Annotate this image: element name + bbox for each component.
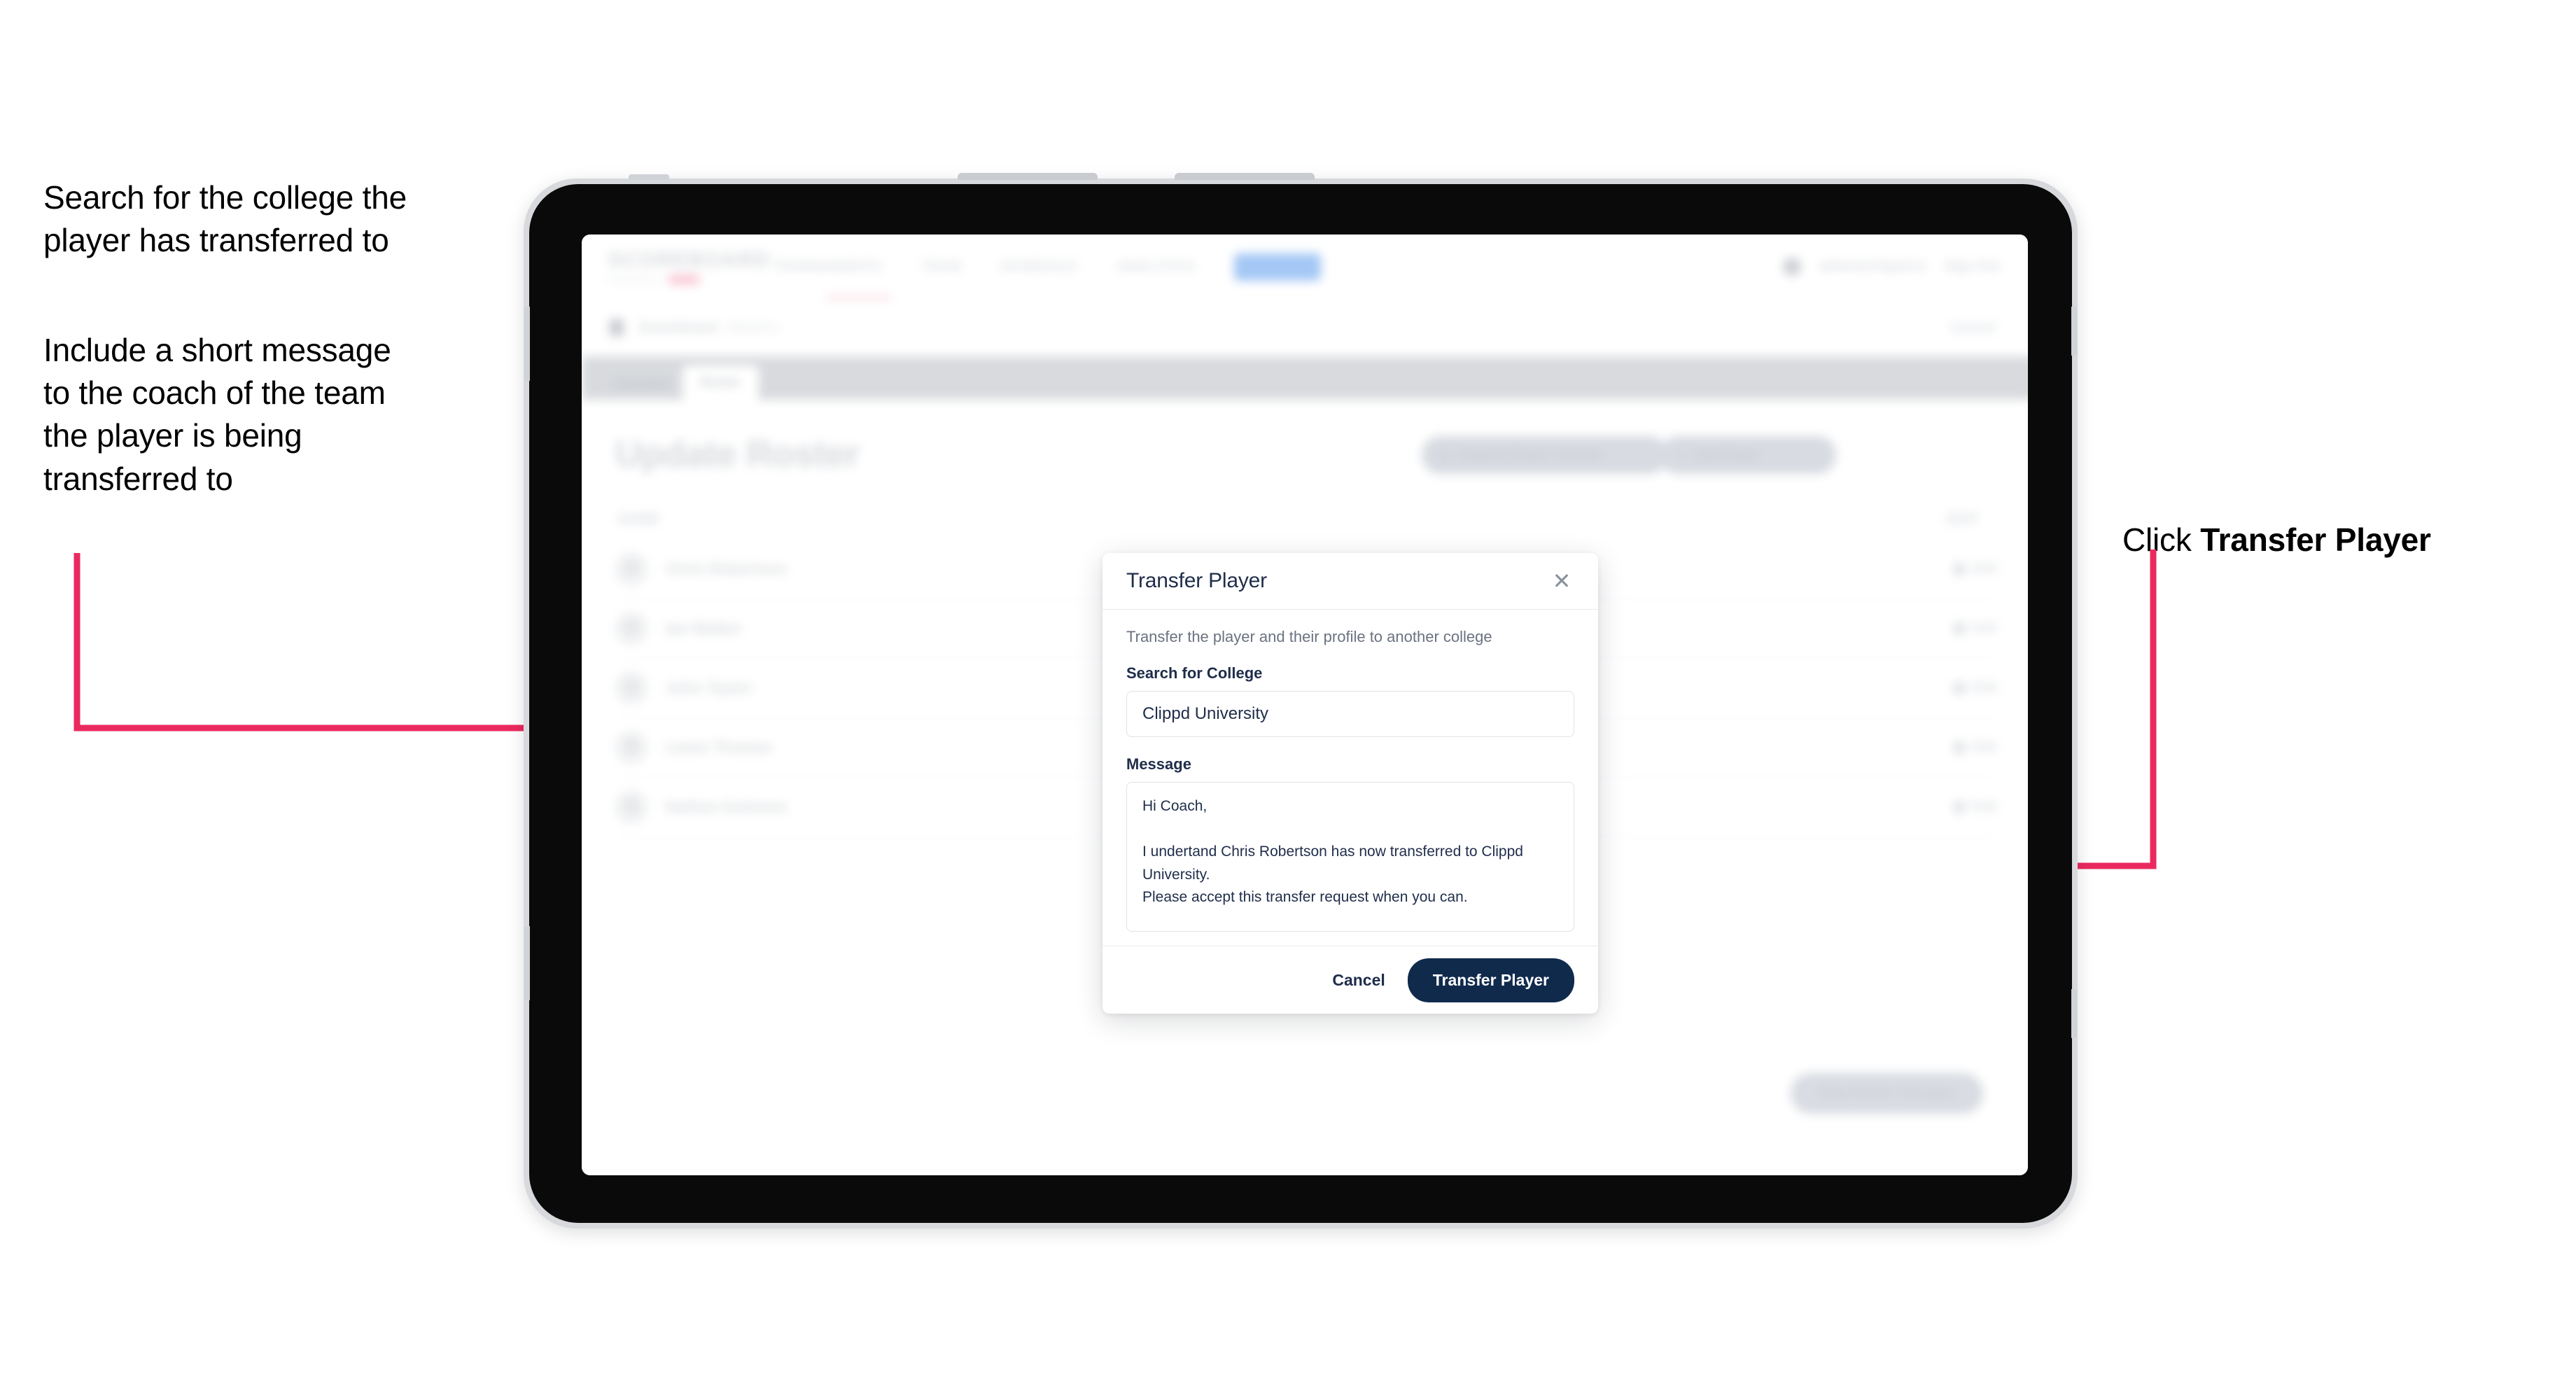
- avatar: [615, 553, 648, 585]
- device-power-button[interactable]: [2071, 307, 2077, 356]
- plus-icon: +: [1678, 447, 1686, 462]
- avatar[interactable]: [1783, 258, 1802, 276]
- dialog-description: Transfer the player and their profile to…: [1126, 628, 1492, 645]
- tablet-device-frame: SCOREBOARD Powered by TOURNAMENTS TEAM S…: [524, 173, 2078, 1228]
- player-name: Chris Robertson: [666, 560, 787, 578]
- dialog-title: Transfer Player: [1126, 569, 1267, 592]
- nav-item-analytics[interactable]: ANALYTICS: [1116, 259, 1196, 275]
- edit-player-button[interactable]: Edit: [1951, 620, 1997, 637]
- dialog-body: Transfer the player and their profile to…: [1102, 610, 1598, 946]
- top-navigation-bar: SCOREBOARD Powered by TOURNAMENTS TEAM S…: [582, 234, 2028, 300]
- edit-player-button[interactable]: Edit: [1951, 739, 1997, 756]
- device-side-button-bottom[interactable]: [524, 926, 530, 1000]
- annotation-message-note: Include a short message to the coach of …: [43, 332, 391, 497]
- school-icon: [610, 319, 624, 336]
- save-roster-changes-label: Save Roster Changes: [1818, 1086, 1955, 1100]
- avatar: [615, 791, 648, 823]
- pencil-icon: [1951, 799, 1968, 816]
- edit-player-button[interactable]: Edit: [1951, 680, 1997, 696]
- dialog-header: Transfer Player ✕: [1102, 553, 1598, 610]
- page-title: Update Roster: [615, 434, 860, 475]
- app-logo[interactable]: SCOREBOARD Powered by: [608, 248, 770, 285]
- roster-column-edit: EDIT: [1947, 512, 1979, 527]
- player-name: Ian Walker: [666, 620, 743, 637]
- close-icon[interactable]: ✕: [1549, 568, 1574, 594]
- pencil-icon: [1951, 620, 1968, 637]
- device-side-button-top[interactable]: [524, 307, 530, 381]
- device-aux-button[interactable]: [2071, 989, 2077, 1038]
- tab-roster[interactable]: Roster: [682, 365, 760, 400]
- add-player-button[interactable]: + Add Player: [1660, 436, 1836, 474]
- logo-subtitle-row: Powered by: [608, 274, 734, 285]
- tablet-screen: SCOREBOARD Powered by TOURNAMENTS TEAM S…: [582, 234, 2028, 1175]
- message-field-label: Message: [1126, 755, 1191, 773]
- avatar: [615, 612, 648, 645]
- avatar: [615, 732, 648, 764]
- brand-pill-icon: [667, 274, 700, 285]
- device-volume-up-button[interactable]: [958, 173, 1098, 180]
- edit-label: Edit: [1972, 621, 1997, 636]
- breadcrumb-cancel-link[interactable]: Cancel: [1949, 320, 1996, 336]
- message-textarea[interactable]: Hi Coach, I undertand Chris Robertson ha…: [1126, 782, 1574, 932]
- edit-label: Edit: [1972, 799, 1997, 814]
- search-college-input[interactable]: [1126, 691, 1574, 737]
- request-player-transfer-button[interactable]: ⇄ Request Player Transfer: [1422, 436, 1668, 474]
- account-email[interactable]: admin@clippd.io: [1819, 259, 1926, 274]
- request-player-transfer-label: Request Player Transfer: [1459, 447, 1604, 462]
- college-field-label: Search for College: [1126, 664, 1263, 682]
- transfer-player-button[interactable]: Transfer Player: [1407, 958, 1574, 1002]
- logo-subtitle: Powered by: [608, 274, 661, 285]
- add-player-label: Add Player: [1693, 447, 1760, 462]
- device-mic-nub: [629, 174, 669, 180]
- pencil-icon: [1951, 561, 1968, 578]
- device-body: SCOREBOARD Powered by TOURNAMENTS TEAM S…: [524, 184, 2077, 1223]
- dialog-footer: Cancel Transfer Player: [1102, 946, 1598, 1014]
- breadcrumb-label[interactable]: Scoreboard: [639, 320, 717, 336]
- sign-out-link[interactable]: Sign Out: [1945, 259, 2000, 274]
- edit-player-button[interactable]: Edit: [1951, 799, 1997, 816]
- player-name: John Taylor: [666, 679, 752, 696]
- annotation-click-prefix: Click: [2122, 522, 2201, 559]
- player-name: Nathan Andrews: [666, 798, 787, 816]
- nav-item-schedule[interactable]: SCHEDULE: [1000, 259, 1077, 275]
- annotation-click-target: Transfer Player: [2200, 522, 2431, 559]
- annotation-click-note: Click Transfer Player: [2122, 476, 2556, 561]
- transfer-icon: ⇄: [1440, 447, 1451, 462]
- avatar: [615, 672, 648, 704]
- tab-overview[interactable]: Overview: [601, 368, 682, 400]
- transfer-player-dialog: Transfer Player ✕ Transfer the player an…: [1102, 553, 1598, 1014]
- breadcrumb-sublabel: Athletics: [725, 319, 778, 335]
- logo-text: SCOREBOARD: [608, 248, 770, 272]
- annotation-search-note: Search for the college the player has tr…: [43, 179, 407, 259]
- edit-label: Edit: [1972, 740, 1997, 755]
- tab-strip: Overview Roster: [582, 356, 2028, 400]
- nav-right-group: admin@clippd.io Sign Out: [1783, 258, 2000, 276]
- nav-item-tournaments[interactable]: TOURNAMENTS: [774, 259, 882, 275]
- player-name: Lewis Thomas: [666, 738, 772, 756]
- device-volume-down-button[interactable]: [1175, 173, 1315, 180]
- breadcrumb-bar: Scoreboard Athletics Cancel: [582, 299, 2028, 357]
- nav-item-roster[interactable]: ROSTER: [1234, 253, 1321, 281]
- edit-label: Edit: [1972, 561, 1997, 576]
- pencil-icon: [1951, 680, 1968, 696]
- roster-column-name: NAME: [618, 512, 659, 527]
- edit-label: Edit: [1972, 680, 1997, 695]
- save-roster-changes-button[interactable]: Save Roster Changes: [1790, 1073, 1983, 1114]
- nav-item-team[interactable]: TEAM: [921, 259, 961, 275]
- edit-player-button[interactable]: Edit: [1951, 561, 1997, 578]
- cancel-button[interactable]: Cancel: [1328, 970, 1389, 990]
- pencil-icon: [1951, 739, 1968, 756]
